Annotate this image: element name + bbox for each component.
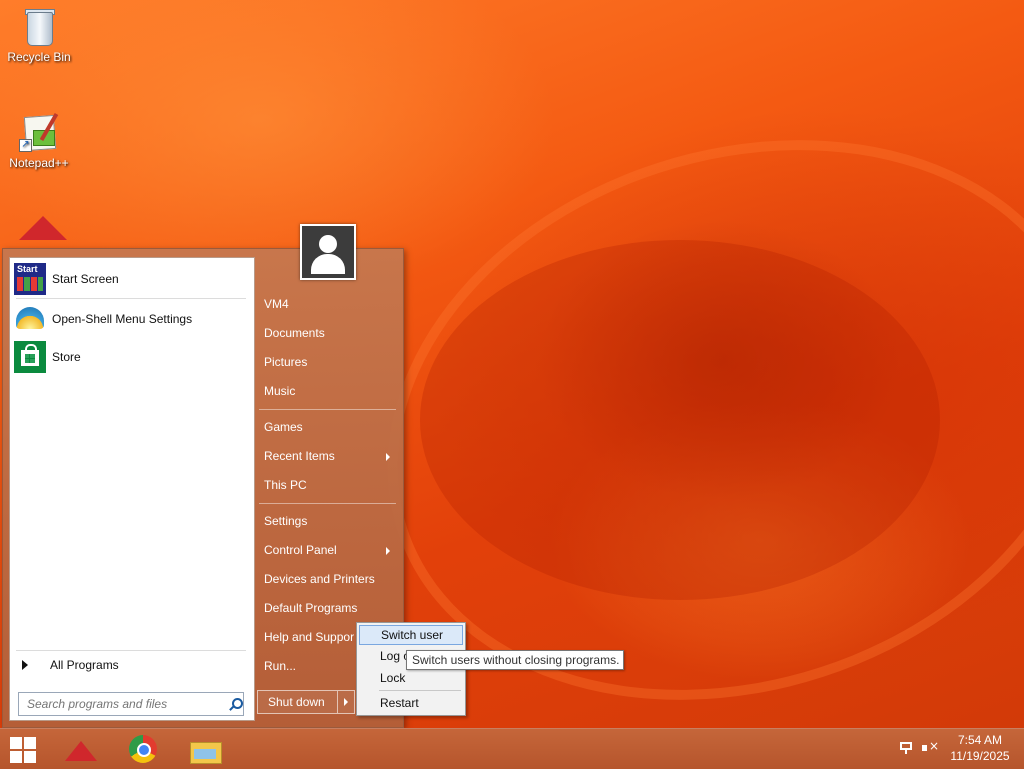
windows-logo-icon	[10, 737, 22, 749]
tooltip: Switch users without closing programs.	[406, 650, 624, 670]
submenu-lock[interactable]: Lock	[359, 668, 463, 688]
shutdown-options-arrow-icon[interactable]	[338, 691, 354, 713]
separator	[259, 409, 396, 410]
menu-item-music[interactable]: Music	[264, 380, 394, 402]
search-input[interactable]	[25, 696, 225, 712]
separator	[16, 298, 246, 299]
submenu-arrow-icon	[386, 547, 390, 555]
volume-muted-icon[interactable]	[922, 739, 939, 754]
shortcut-arrow-icon: ↗	[19, 139, 32, 152]
taskbar-chrome-icon[interactable]	[129, 735, 157, 763]
submenu-switch-user[interactable]: Switch user	[359, 625, 463, 645]
desktop-icon-recycle-bin[interactable]: Recycle Bin	[1, 6, 77, 64]
separator	[379, 690, 461, 691]
program-start-screen[interactable]: Start Start Screen	[14, 262, 250, 296]
store-icon	[14, 341, 46, 373]
all-programs-label: All Programs	[50, 658, 119, 672]
start-screen-icon: Start	[14, 263, 46, 295]
start-menu-programs-pane: Start Start Screen Open-Shell Menu Setti…	[9, 257, 255, 721]
menu-item-label: Control Panel	[264, 543, 337, 557]
submenu-arrow-icon	[386, 453, 390, 461]
program-open-shell-settings[interactable]: Open-Shell Menu Settings	[14, 302, 250, 336]
notepad-plus-plus-icon: ↗	[19, 112, 59, 152]
desktop-icon-notepad-plus-plus[interactable]: ↗ Notepad++	[1, 112, 77, 170]
system-clock[interactable]: 7:54 AM 11/19/2025	[940, 732, 1020, 764]
network-icon[interactable]	[900, 742, 914, 754]
shutdown-button-group: Shut down	[257, 690, 355, 714]
taskbar-app-kite-icon[interactable]	[65, 733, 97, 765]
program-label: Start Screen	[52, 272, 119, 286]
menu-item-default-programs[interactable]: Default Programs	[264, 597, 394, 619]
start-button[interactable]	[10, 737, 36, 763]
program-store[interactable]: Store	[14, 340, 250, 374]
taskbar	[0, 728, 1024, 769]
clock-date: 11/19/2025	[950, 749, 1010, 763]
user-avatar-icon[interactable]	[300, 224, 356, 280]
menu-item-pictures[interactable]: Pictures	[264, 351, 394, 373]
shutdown-button[interactable]: Shut down	[258, 691, 338, 713]
menu-item-games[interactable]: Games	[264, 416, 394, 438]
menu-item-recent-items[interactable]: Recent Items	[264, 445, 394, 467]
menu-item-documents[interactable]: Documents	[264, 322, 394, 344]
menu-item-settings[interactable]: Settings	[264, 510, 394, 532]
menu-item-label: Recent Items	[264, 449, 335, 463]
desktop-icon-label: Recycle Bin	[7, 50, 71, 64]
recycle-bin-icon	[19, 6, 59, 46]
all-programs-button[interactable]: All Programs	[16, 654, 248, 676]
search-icon[interactable]	[229, 698, 243, 710]
expand-arrow-icon	[22, 660, 28, 670]
open-shell-icon	[14, 303, 46, 335]
menu-item-user[interactable]: VM4	[264, 293, 394, 315]
menu-item-devices-printers[interactable]: Devices and Printers	[264, 568, 394, 590]
program-label: Store	[52, 350, 81, 364]
separator	[259, 503, 396, 504]
clock-time: 7:54 AM	[957, 733, 1003, 747]
menu-item-this-pc[interactable]: This PC	[264, 474, 394, 496]
submenu-restart[interactable]: Restart	[359, 693, 463, 713]
program-label: Open-Shell Menu Settings	[52, 312, 193, 326]
search-box[interactable]	[18, 692, 244, 716]
menu-item-control-panel[interactable]: Control Panel	[264, 539, 394, 561]
separator	[16, 650, 246, 651]
taskbar-file-explorer-icon[interactable]	[189, 733, 222, 765]
desktop-icon-label: Notepad++	[9, 156, 69, 170]
